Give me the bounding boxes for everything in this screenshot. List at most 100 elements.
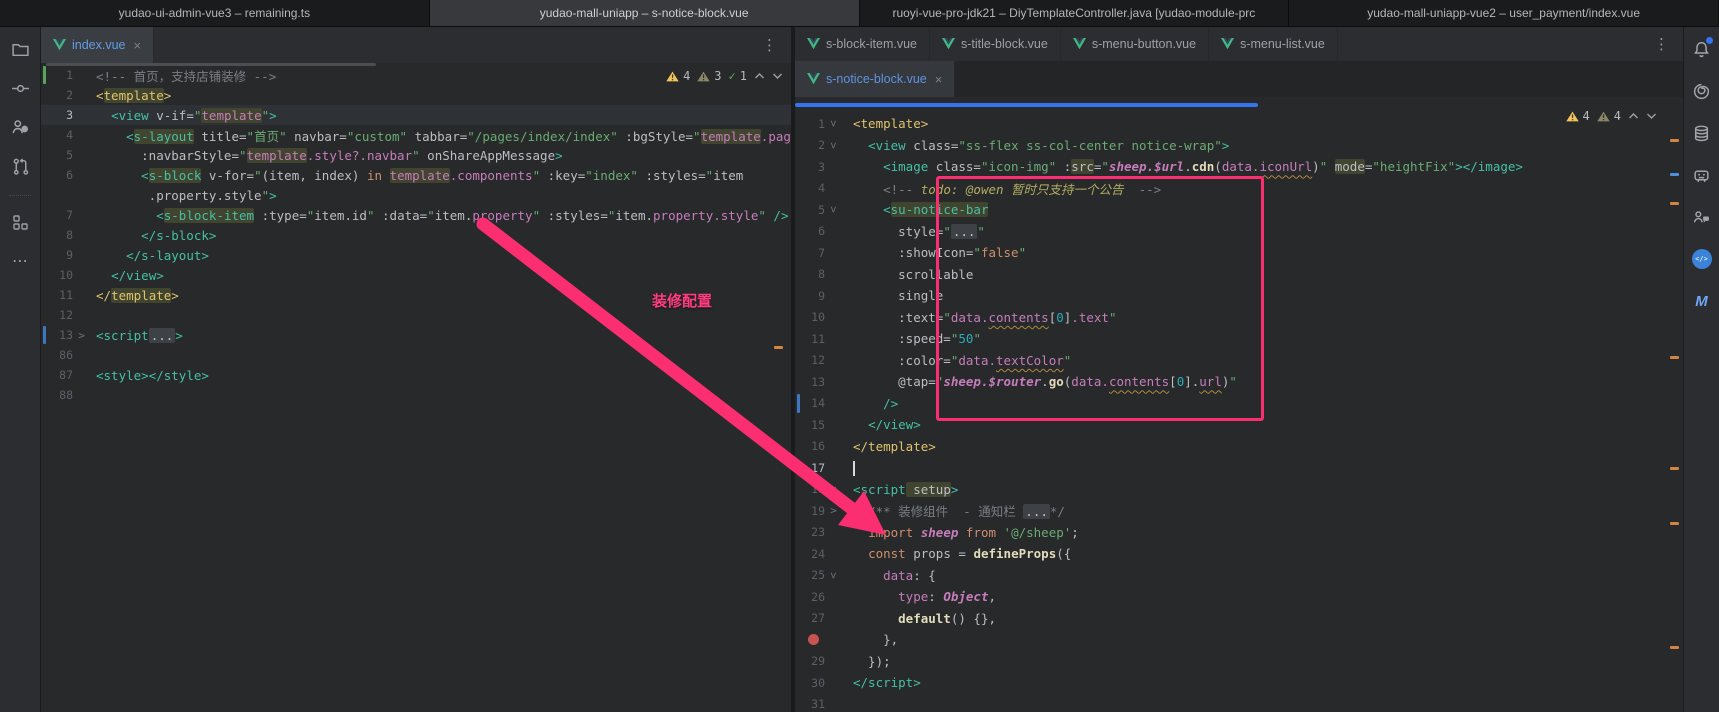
code-text[interactable]: <template>	[853, 116, 928, 131]
more-icon[interactable]: ⋯	[8, 249, 32, 273]
line-number[interactable]: 12	[47, 308, 73, 322]
code-line[interactable]: 8 </s-block>	[41, 225, 791, 245]
line-number[interactable]: 10	[801, 310, 825, 324]
code-text[interactable]: </template>	[853, 439, 936, 454]
window-tab-2[interactable]: yudao-mall-uniapp – s-notice-block.vue	[430, 0, 860, 26]
code-line[interactable]: 2> <view class="ss-flex ss-col-center no…	[795, 135, 1683, 157]
code-line[interactable]: 13><script...>	[41, 325, 791, 345]
m-plugin-logo-icon[interactable]: M	[1690, 289, 1714, 313]
code-text[interactable]: <s-block-item :type="item.id" :data="ite…	[96, 208, 788, 223]
code-line[interactable]: 86	[41, 345, 791, 365]
line-number[interactable]: 7	[801, 246, 825, 260]
code-text[interactable]: const props = defineProps({	[853, 546, 1071, 561]
code-text[interactable]: /** 装修组件 - 通知栏 ...*/	[853, 501, 1065, 520]
line-number[interactable]: 25	[801, 568, 825, 582]
code-line[interactable]: 2<template>	[41, 85, 791, 105]
fold-icon[interactable]: >	[825, 483, 842, 496]
code-text[interactable]: default() {},	[853, 611, 996, 626]
code-text[interactable]: </view>	[853, 417, 921, 432]
code-line[interactable]: 88	[41, 385, 791, 405]
tab-options-menu-icon[interactable]: ⋮	[748, 36, 791, 54]
code-text[interactable]: single	[853, 288, 943, 303]
error-stripe-mark[interactable]	[1670, 139, 1679, 142]
line-number[interactable]: 5	[47, 148, 73, 162]
code-text[interactable]: <view v-if="template">	[96, 108, 277, 123]
line-number[interactable]: 15	[801, 418, 825, 432]
line-number[interactable]: 3	[801, 160, 825, 174]
fold-icon[interactable]: >	[825, 203, 842, 216]
next-issue-chevron-icon[interactable]	[1646, 112, 1657, 120]
window-tab-3[interactable]: ruoyi-vue-pro-jdk21 – DiyTemplateControl…	[860, 0, 1290, 26]
code-text[interactable]: <view class="ss-flex ss-col-center notic…	[853, 138, 1229, 153]
code-text[interactable]: </script>	[853, 675, 921, 690]
users-help-icon[interactable]: ?	[8, 115, 32, 139]
ai-assistant-swirl-icon[interactable]	[1690, 79, 1714, 103]
error-stripe-mark[interactable]	[1670, 356, 1679, 359]
code-line[interactable]: 4 <s-layout title="首页" navbar="custom" t…	[41, 125, 791, 145]
tab-options-menu-icon[interactable]: ⋮	[1640, 35, 1683, 53]
line-number[interactable]: 6	[801, 224, 825, 238]
error-stripe-mark[interactable]	[1670, 173, 1679, 176]
code-text[interactable]: <s-block v-for="(item, index) in templat…	[96, 168, 743, 183]
line-number[interactable]: 16	[801, 439, 825, 453]
fold-icon[interactable]: >	[825, 504, 842, 517]
line-number[interactable]: 6	[47, 168, 73, 182]
code-line[interactable]: 29 });	[795, 651, 1683, 673]
fold-icon[interactable]: >	[73, 329, 90, 342]
fold-icon[interactable]: >	[825, 117, 842, 130]
code-text[interactable]: />	[853, 396, 898, 411]
code-line[interactable]: 18><script setup>	[795, 479, 1683, 501]
code-text[interactable]: </s-layout>	[96, 248, 209, 263]
code-line[interactable]: 16 </template>	[795, 436, 1683, 458]
line-number[interactable]: 7	[47, 208, 73, 222]
code-text[interactable]: <style></style>	[96, 368, 209, 383]
tab-s-title-block[interactable]: s-title-block.vue	[930, 27, 1061, 61]
code-text[interactable]: });	[853, 654, 891, 669]
project-folder-icon[interactable]	[8, 37, 32, 61]
code-line[interactable]: 9 </s-layout>	[41, 245, 791, 265]
prev-issue-chevron-icon[interactable]	[1628, 112, 1639, 120]
code-line[interactable]: 27 default() {},	[795, 608, 1683, 630]
left-code-editor[interactable]: 4 3 ✓ 1 1<!-- 首页，支持店铺装修 -->2<template>3 …	[41, 63, 791, 712]
code-line[interactable]: 24 const props = defineProps({	[795, 543, 1683, 565]
line-number[interactable]: 13	[47, 328, 73, 342]
line-number[interactable]: 27	[801, 611, 825, 625]
code-line[interactable]: 25> data: {	[795, 565, 1683, 587]
close-icon[interactable]: ×	[134, 38, 142, 53]
line-number[interactable]: 24	[801, 547, 825, 561]
code-line[interactable]: 1> <template>	[795, 113, 1683, 135]
fold-icon[interactable]: >	[825, 139, 842, 152]
line-number[interactable]: 1	[47, 68, 73, 82]
code-line[interactable]: 3 <view v-if="template">	[41, 105, 791, 125]
window-tab-4[interactable]: yudao-mall-uniapp-vue2 – user_payment/in…	[1289, 0, 1719, 26]
code-line[interactable]: 3 <image class="icon-img" :src="sheep.$u…	[795, 156, 1683, 178]
code-text[interactable]: <s-layout title="首页" navbar="custom" tab…	[96, 126, 791, 145]
tab-s-menu-list[interactable]: s-menu-list.vue	[1209, 27, 1338, 61]
code-line[interactable]: 23 import sheep from '@/sheep';	[795, 522, 1683, 544]
line-number[interactable]: 10	[47, 268, 73, 282]
structure-icon[interactable]	[8, 210, 32, 234]
code-text[interactable]: <!-- 首页，支持店铺装修 -->	[96, 66, 276, 85]
tab-s-block-item[interactable]: s-block-item.vue	[795, 27, 930, 61]
next-issue-chevron-icon[interactable]	[772, 72, 783, 80]
code-line[interactable]: 87<style></style>	[41, 365, 791, 385]
line-number[interactable]: 14	[801, 396, 825, 410]
code-text[interactable]: </s-block>	[96, 228, 216, 243]
line-number[interactable]: 86	[47, 348, 73, 362]
code-line[interactable]: },	[795, 629, 1683, 651]
code-line[interactable]: 10 </view>	[41, 265, 791, 285]
code-text[interactable]	[853, 460, 855, 476]
code-text[interactable]: import sheep from '@/sheep';	[853, 525, 1079, 540]
pull-request-icon[interactable]	[8, 154, 32, 178]
code-text[interactable]: .property.style">	[96, 188, 277, 203]
tab-s-notice-block[interactable]: s-notice-block.vue ×	[795, 61, 955, 97]
line-number[interactable]: 23	[801, 525, 825, 539]
line-number[interactable]: 19	[801, 504, 825, 518]
line-number[interactable]: 3	[47, 108, 73, 122]
line-number[interactable]: 12	[801, 353, 825, 367]
window-tab-1[interactable]: yudao-ui-admin-vue3 – remaining.ts	[0, 0, 430, 26]
line-number[interactable]: 1	[801, 117, 825, 131]
code-line[interactable]: .property.style">	[41, 185, 791, 205]
code-line[interactable]: 26 type: Object,	[795, 586, 1683, 608]
line-number[interactable]: 2	[47, 88, 73, 102]
